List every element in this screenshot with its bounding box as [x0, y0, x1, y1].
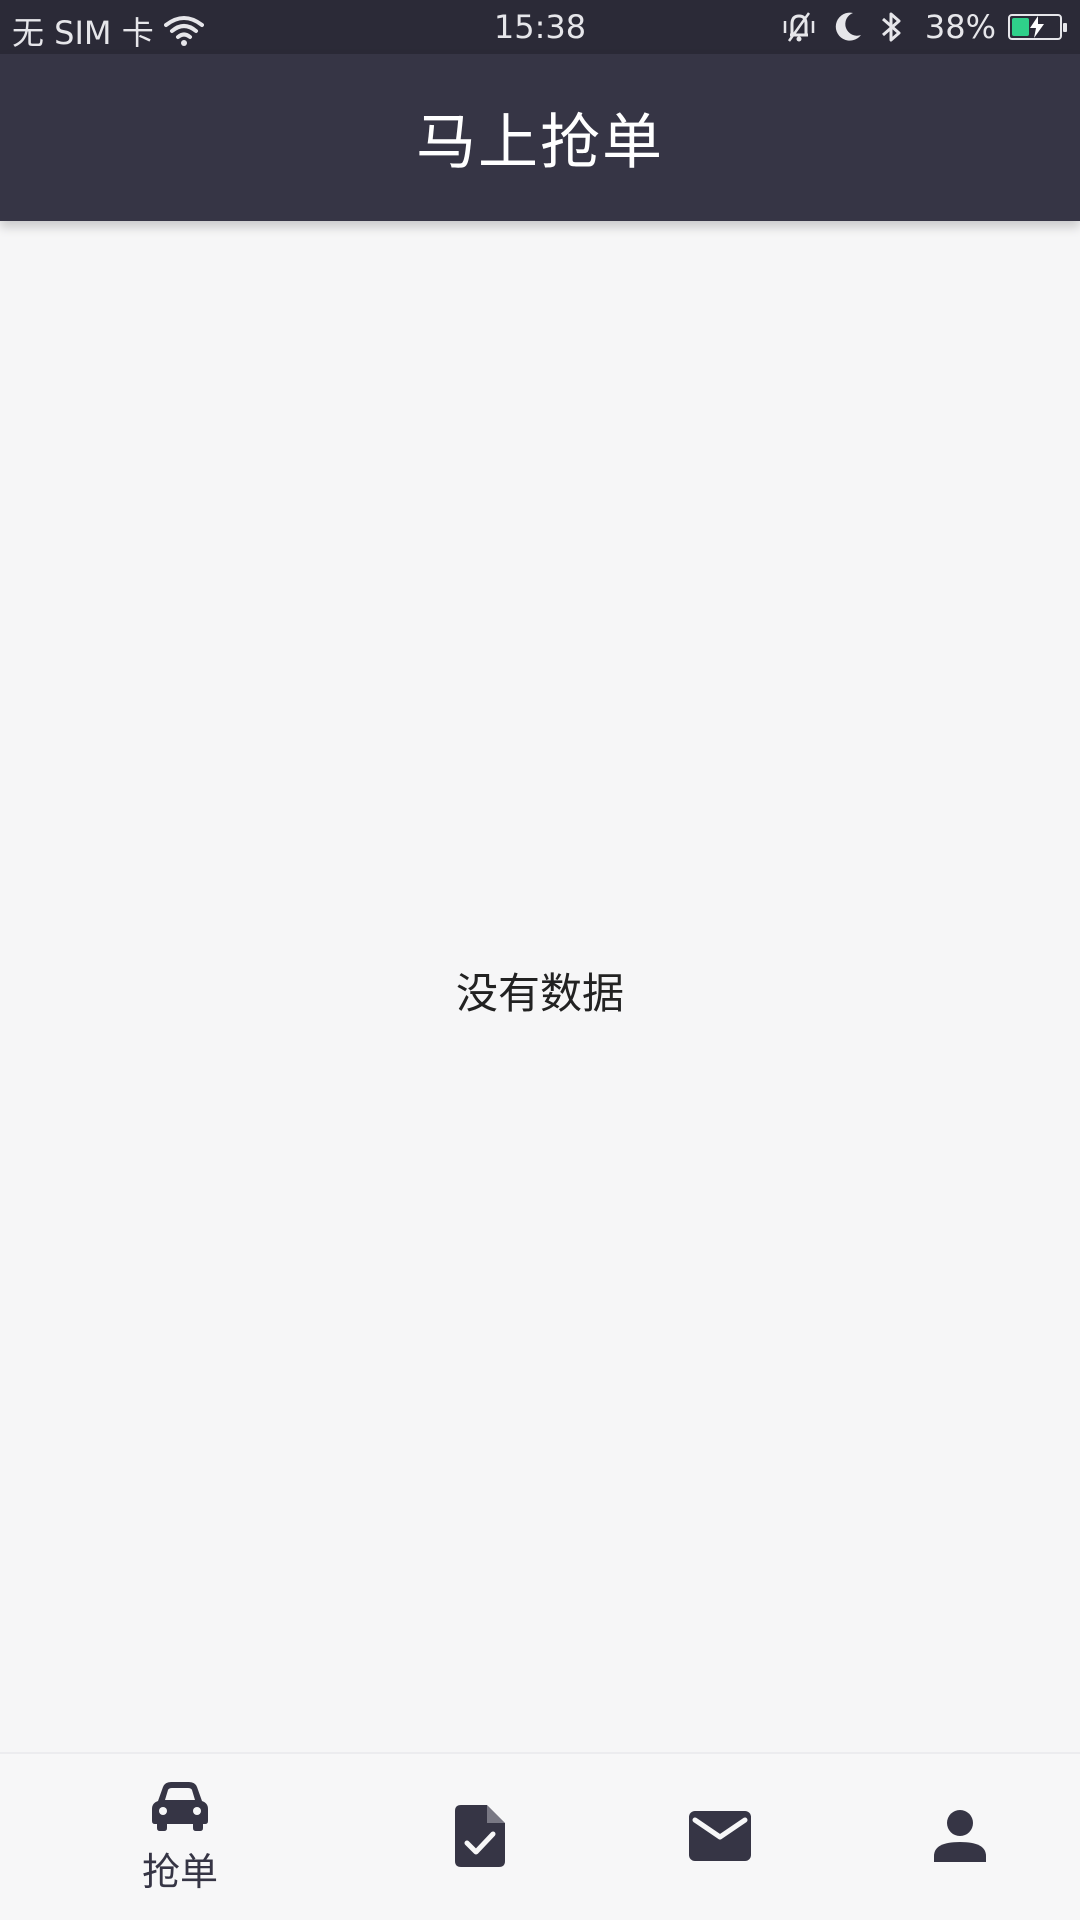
battery-percent: 38% — [924, 8, 996, 46]
vibrate-icon — [781, 9, 817, 45]
file-check-icon — [455, 1805, 505, 1871]
status-right: 38% — [781, 8, 1067, 46]
empty-state-message: 没有数据 — [455, 969, 624, 1018]
nav-label-grab-order: 抢单 — [141, 1849, 218, 1894]
car-icon — [151, 1781, 209, 1835]
app-bar: 马上抢单 — [0, 54, 1080, 221]
moon-icon — [829, 9, 865, 45]
status-bar: 无 SIM 卡 15:38 38% — [0, 0, 1080, 54]
nav-item-orders[interactable] — [380, 1754, 580, 1920]
person-icon — [934, 1810, 986, 1866]
nav-item-profile[interactable] — [860, 1754, 1060, 1920]
nav-item-messages[interactable] — [620, 1754, 820, 1920]
battery-icon — [1008, 14, 1067, 40]
nav-item-grab-order[interactable]: 抢单 — [80, 1754, 280, 1920]
mail-icon — [689, 1811, 751, 1865]
bottom-nav: 抢单 — [0, 1752, 1080, 1920]
charging-bolt-icon — [1030, 16, 1044, 38]
bluetooth-icon — [877, 9, 913, 45]
page-title: 马上抢单 — [416, 108, 664, 178]
screen: 无 SIM 卡 15:38 38% 马上抢单 没有数据 抢单 — [0, 0, 1080, 1920]
